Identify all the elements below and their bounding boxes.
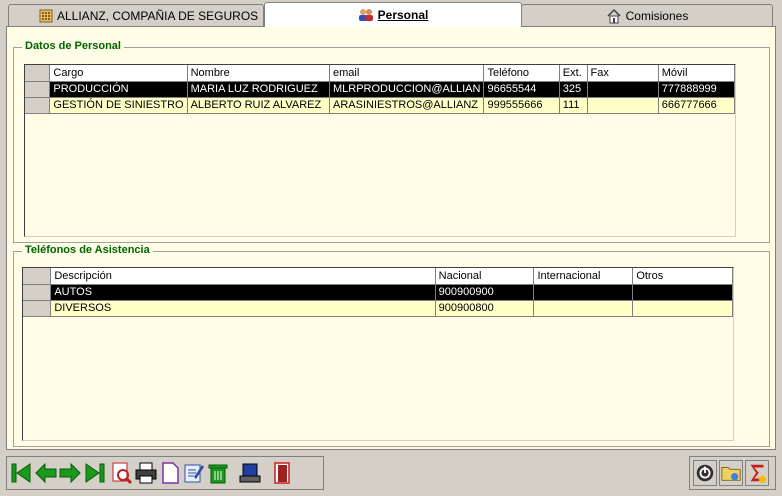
utility-toolbar: [689, 456, 776, 490]
cell-email[interactable]: ARASINIESTROS@ALLIANZ: [329, 97, 485, 114]
cell-cargo[interactable]: GESTIÓN DE SINIESTRO: [49, 97, 188, 114]
row-indicator[interactable]: [25, 97, 51, 114]
tab-personal-label: Personal: [377, 8, 429, 22]
edit-icon: [184, 464, 204, 483]
column-header-telefono[interactable]: Teléfono: [483, 65, 560, 82]
personal-group-title: Datos de Personal: [22, 40, 124, 52]
cell-cargo[interactable]: PRODUCCIÓN: [49, 81, 188, 98]
cell-descripcion[interactable]: DIVERSOS: [50, 300, 436, 317]
cell-email[interactable]: MLRPRODUCCION@ALLIAN: [329, 81, 485, 98]
asistencia-group-title: Teléfonos de Asistencia: [22, 244, 153, 256]
trash-icon: [208, 464, 228, 484]
asistencia-table: Descripción Nacional Internacional Otros…: [23, 268, 733, 317]
scan-button[interactable]: [238, 460, 262, 486]
search-document-icon: [112, 462, 133, 485]
column-header-descripcion[interactable]: Descripción: [50, 268, 436, 285]
first-record-button[interactable]: [10, 460, 34, 486]
row-indicator-header: [25, 65, 51, 82]
cell-telefono[interactable]: 999555666: [483, 97, 560, 114]
previous-record-button[interactable]: [34, 460, 58, 486]
last-record-button[interactable]: [82, 460, 106, 486]
column-header-ext[interactable]: Ext.: [559, 65, 588, 82]
column-header-nombre[interactable]: Nombre: [187, 65, 330, 82]
tab-comisiones-label: Comisiones: [625, 8, 689, 23]
cell-movil[interactable]: 777888999: [658, 81, 735, 98]
folder-icon: [721, 467, 741, 481]
cell-nombre[interactable]: MARIA LUZ RODRIGUEZ: [187, 81, 330, 98]
column-header-nacional[interactable]: Nacional: [435, 268, 535, 285]
exit-door-icon: [274, 462, 290, 484]
arrow-left-icon: [35, 462, 57, 484]
people-icon: [358, 8, 374, 22]
table-row[interactable]: PRODUCCIÓN MARIA LUZ RODRIGUEZ MLRPRODUC…: [25, 81, 735, 98]
personal-table: Cargo Nombre email Teléfono Ext. Fax Móv…: [25, 65, 735, 114]
exit-button[interactable]: [270, 460, 294, 486]
cell-ext[interactable]: 325: [559, 81, 588, 98]
table-row[interactable]: AUTOS 900900900: [23, 284, 733, 301]
row-indicator-header: [23, 268, 52, 285]
cell-nombre[interactable]: ALBERTO RUIZ ALVAREZ: [187, 97, 330, 114]
asistencia-group: Teléfonos de Asistencia Descripción Naci…: [13, 244, 770, 447]
cell-fax[interactable]: [587, 97, 659, 114]
personal-grid[interactable]: Cargo Nombre email Teléfono Ext. Fax Móv…: [24, 64, 736, 237]
table-header: Cargo Nombre email Teléfono Ext. Fax Móv…: [25, 65, 735, 82]
cell-movil[interactable]: 666777666: [658, 97, 735, 114]
personal-group: Datos de Personal Cargo Nombre email Tel…: [13, 40, 770, 243]
cell-internacional[interactable]: [533, 300, 634, 317]
sum-button[interactable]: [745, 460, 769, 486]
record-toolbar: [6, 456, 324, 490]
row-indicator[interactable]: [23, 284, 52, 301]
last-icon: [85, 463, 105, 483]
printer-icon: [135, 462, 157, 484]
first-icon: [11, 463, 31, 483]
delete-button[interactable]: [206, 460, 230, 486]
power-button[interactable]: [693, 460, 717, 486]
arrow-right-icon: [59, 462, 81, 484]
column-header-movil[interactable]: Móvil: [658, 65, 735, 82]
sigma-icon: [750, 464, 767, 484]
column-header-email[interactable]: email: [329, 65, 485, 82]
cell-fax[interactable]: [587, 81, 659, 98]
column-header-internacional[interactable]: Internacional: [533, 268, 634, 285]
scanner-icon: [239, 463, 261, 483]
table-row[interactable]: DIVERSOS 900900800: [23, 300, 733, 317]
cell-nacional[interactable]: 900900800: [435, 300, 535, 317]
cell-telefono[interactable]: 96655544: [483, 81, 560, 98]
preview-button[interactable]: [110, 460, 134, 486]
table-row[interactable]: GESTIÓN DE SINIESTRO ALBERTO RUIZ ALVARE…: [25, 97, 735, 114]
row-indicator[interactable]: [25, 81, 51, 98]
column-header-cargo[interactable]: Cargo: [49, 65, 188, 82]
tab-company-label: ALLIANZ, COMPAÑIA DE SEGUROS: [57, 8, 259, 23]
column-header-otros[interactable]: Otros: [632, 268, 733, 285]
cell-internacional[interactable]: [533, 284, 634, 301]
folder-button[interactable]: [719, 460, 743, 486]
tab-personal[interactable]: Personal: [264, 2, 522, 27]
tab-comisiones[interactable]: Comisiones: [521, 4, 773, 26]
new-document-icon: [162, 462, 179, 484]
house-icon: [606, 8, 622, 24]
cell-nacional[interactable]: 900900900: [435, 284, 535, 301]
power-icon: [696, 464, 714, 482]
table-header: Descripción Nacional Internacional Otros: [23, 268, 733, 285]
next-record-button[interactable]: [58, 460, 82, 486]
cell-otros[interactable]: [632, 300, 733, 317]
print-button[interactable]: [134, 460, 158, 486]
asistencia-grid[interactable]: Descripción Nacional Internacional Otros…: [22, 267, 734, 441]
tab-company[interactable]: ALLIANZ, COMPAÑIA DE SEGUROS: [8, 4, 264, 26]
tab-bar: ALLIANZ, COMPAÑIA DE SEGUROS Personal Co…: [0, 0, 782, 27]
cell-descripcion[interactable]: AUTOS: [50, 284, 436, 301]
new-document-button[interactable]: [158, 460, 182, 486]
cell-ext[interactable]: 111: [559, 97, 588, 114]
building-icon: [39, 9, 53, 23]
row-indicator[interactable]: [23, 300, 52, 317]
cell-otros[interactable]: [632, 284, 733, 301]
column-header-fax[interactable]: Fax: [587, 65, 659, 82]
main-panel: Datos de Personal Cargo Nombre email Tel…: [6, 26, 776, 450]
edit-button[interactable]: [182, 460, 206, 486]
